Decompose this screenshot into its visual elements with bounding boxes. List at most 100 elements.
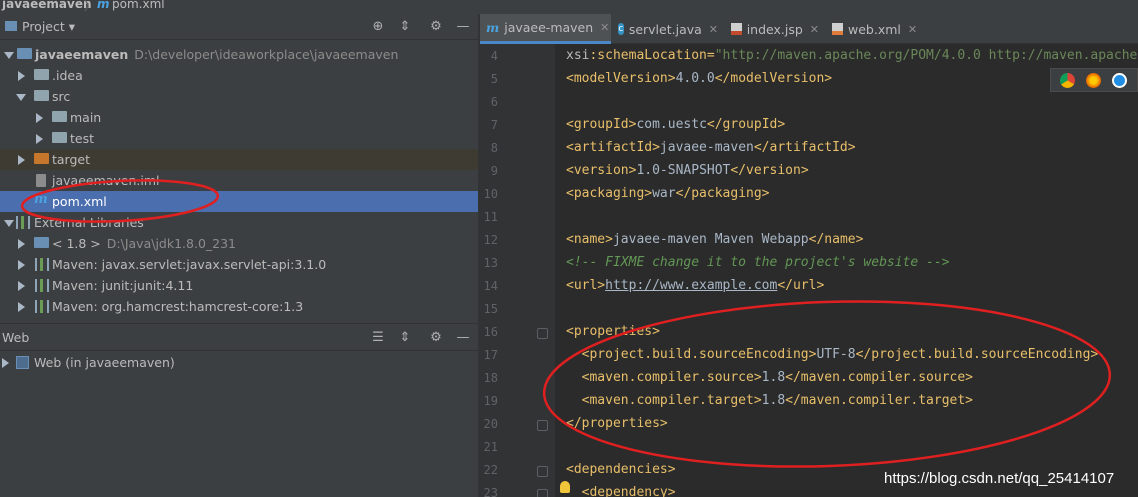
tree-item-label: test [70,131,95,146]
code-line[interactable]: <modelVersion>4.0.0</modelVersion> [566,71,832,86]
code-line[interactable]: <dependencies> [566,462,676,477]
editor-tabs: m javaee-maven ✕ c servlet.java ✕ index.… [480,14,1138,44]
code-token: <dependency> [566,485,676,497]
close-icon[interactable]: ✕ [600,21,609,34]
tab-label: javaee-maven [504,20,594,35]
hide-icon[interactable]: — [454,18,472,36]
safari-icon[interactable] [1112,73,1127,88]
sort-icon[interactable]: ☰ [369,329,387,347]
code-editor[interactable]: 4 5 6 7 8 9 10 11 12 13 14 15 16 17 18 19 20 21 22 23 xsi:s… [480,44,1138,497]
tree-item-iml[interactable]: javaeemaven.iml [0,170,480,191]
tree-item-path: D:\developer\ideaworkplace\javaeemaven [134,47,399,62]
line-number: 23 [483,486,498,497]
tree-item-hamcrest[interactable]: Maven: org.hamcrest:hamcrest-core:1.3 [0,296,480,317]
chevron-right-icon[interactable] [18,155,25,165]
chevron-down-icon[interactable] [4,52,14,59]
code-line[interactable]: <artifactId>javaee-maven</artifactId> [566,140,856,155]
watermark: https://blog.csdn.net/qq_25414107 [884,470,1115,487]
locate-icon[interactable]: ⊕ [369,18,387,36]
code-token: <!-- FIXME change it to the project's we… [566,255,950,270]
folder-icon [52,132,67,143]
breadcrumb-project[interactable]: javaeemaven [2,0,92,11]
code-token: </project.build.sourceEncoding> [855,347,1099,362]
line-number: 9 [490,164,498,178]
line-number: 7 [490,118,498,132]
breadcrumb-file[interactable]: pom.xml [112,0,165,11]
code-line[interactable]: <dependency> [566,485,676,497]
web-tree-item[interactable]: Web (in javaeemaven) [0,352,480,373]
code-token: </modelVersion> [714,71,833,86]
code-token: :schemaLocation= [589,48,715,63]
fold-icon[interactable] [537,328,548,339]
code-token: war [652,186,676,201]
tree-item-pom[interactable]: m pom.xml [0,191,480,212]
folder-icon [17,48,32,59]
code-line[interactable]: </properties> [566,416,668,431]
code-line[interactable]: <url>http://www.example.com</url> [566,278,824,293]
tree-item-project-root[interactable]: javaeemaven D:\developer\ideaworkplace\ja… [0,44,480,65]
tab-label: servlet.java [628,21,702,37]
tab-web-xml[interactable]: web.xml ✕ [826,14,925,44]
fold-icon[interactable] [537,489,548,497]
chevron-down-icon[interactable] [16,94,26,101]
project-panel-title[interactable]: Project ▾ [22,19,75,34]
tab-javaee-maven[interactable]: m javaee-maven ✕ [480,14,611,44]
close-icon[interactable]: ✕ [908,23,917,36]
project-tool-window: Project ▾ ⊕ ⇕ ⚙ — javaeemaven D:\develope… [0,14,480,497]
hide-icon[interactable]: — [454,329,472,347]
code-line[interactable]: <project.build.sourceEncoding>UTF-8</pro… [566,347,1099,362]
code-line[interactable]: <groupId>com.uestc</groupId> [566,117,785,132]
tree-item-main[interactable]: main [0,107,480,128]
code-line[interactable]: <name>javaee-maven Maven Webapp</name> [566,232,863,247]
tree-item-junit[interactable]: Maven: junit:junit:4.11 [0,275,480,296]
folder-icon [52,111,67,122]
maven-icon: m [486,20,500,35]
chevron-right-icon[interactable] [18,302,25,312]
code-line[interactable]: <!-- FIXME change it to the project's we… [566,255,950,270]
gear-icon[interactable]: ⚙ [427,18,445,36]
chrome-icon[interactable] [1060,73,1075,88]
tree-item-external-libraries[interactable]: External Libraries [0,212,480,233]
tree-item-test[interactable]: test [0,128,480,149]
collapse-all-icon[interactable]: ⇕ [396,18,414,36]
line-number: 15 [483,302,498,316]
tree-item-servlet-api[interactable]: Maven: javax.servlet:javax.servlet-api:3… [0,254,480,275]
chevron-right-icon[interactable] [18,239,25,249]
close-icon[interactable]: ✕ [709,23,718,36]
chevron-down-icon[interactable] [4,220,14,227]
code-token: xsi [566,48,590,63]
code-line[interactable]: xsi:schemaLocation="http://maven.apache.… [566,48,1137,63]
lightbulb-icon[interactable] [560,481,570,493]
code-line[interactable]: <packaging>war</packaging> [566,186,770,201]
tree-item-jdk[interactable]: < 1.8 > D:\Java\jdk1.8.0_231 [0,233,480,254]
fold-icon[interactable] [537,466,548,477]
code-token: 1.8 [761,393,786,408]
chevron-right-icon[interactable] [36,113,43,123]
chevron-right-icon[interactable] [18,281,25,291]
collapse-all-icon[interactable]: ⇕ [396,329,414,347]
tree-item-target[interactable]: target [0,149,480,170]
web-icon [16,356,29,369]
jsp-icon [731,23,742,35]
tree-item-label: src [52,89,71,104]
tree-item-src[interactable]: src [0,86,480,107]
tab-index-jsp[interactable]: index.jsp ✕ [725,14,825,44]
firefox-icon[interactable] [1086,73,1101,88]
code-token: </version> [730,163,809,178]
code-line[interactable]: <maven.compiler.target>1.8</maven.compil… [566,393,973,408]
chevron-right-icon[interactable] [18,260,25,270]
code-line[interactable]: <maven.compiler.source>1.8</maven.compil… [566,370,973,385]
panel-divider[interactable] [0,323,480,324]
chevron-right-icon[interactable] [2,358,9,368]
tree-item-idea[interactable]: .idea [0,65,480,86]
fold-icon[interactable] [537,420,548,431]
code-line[interactable]: <version>1.0-SNAPSHOT</version> [566,163,809,178]
web-panel-title[interactable]: Web [2,330,29,345]
chevron-right-icon[interactable] [36,134,43,144]
close-icon[interactable]: ✕ [810,23,819,36]
gear-icon[interactable]: ⚙ [427,329,445,347]
chevron-right-icon[interactable] [18,71,25,81]
tab-servlet[interactable]: c servlet.java ✕ [612,14,724,44]
project-icon [5,21,17,31]
code-line[interactable]: <properties> [566,324,660,339]
